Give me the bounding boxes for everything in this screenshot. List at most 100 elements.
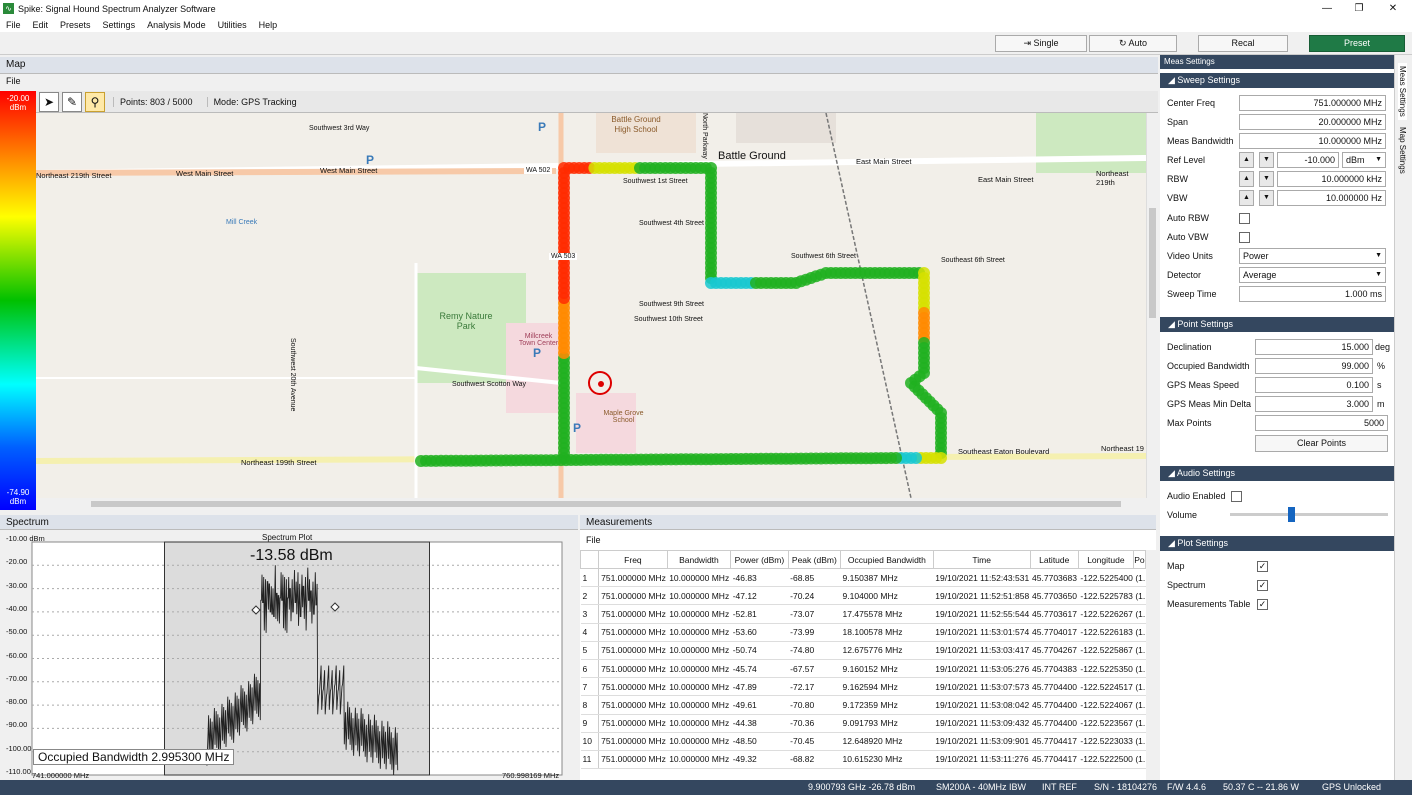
col-time[interactable]: Time bbox=[932, 550, 1031, 569]
col-bandwidth[interactable]: Bandwidth bbox=[666, 550, 732, 569]
col-position[interactable]: Po bbox=[1132, 550, 1147, 569]
row-index: 8 bbox=[580, 695, 600, 715]
rbw-down-icon[interactable]: ▼ bbox=[1259, 171, 1274, 187]
col-peak[interactable]: Peak (dBm) bbox=[787, 550, 842, 569]
gps-delta-input[interactable]: 3.000 bbox=[1255, 396, 1373, 412]
vbw-input[interactable]: 10.000000 Hz bbox=[1277, 190, 1386, 206]
sweep-settings-title: Sweep Settings bbox=[1177, 75, 1240, 85]
map-label-wa503: WA 503 bbox=[549, 253, 578, 260]
map-view[interactable]: Battle Ground Battle Ground High School … bbox=[36, 113, 1146, 498]
table-cell: 751.000000 MHz bbox=[598, 604, 668, 624]
rbw-input[interactable]: 10.000000 kHz bbox=[1277, 171, 1386, 187]
sweep-time-input[interactable]: 1.000 ms bbox=[1239, 286, 1386, 302]
volume-row: Volume bbox=[1160, 507, 1394, 524]
scroll-thumb[interactable] bbox=[1149, 208, 1156, 318]
table-row[interactable]: 11 751.000000 MHz 10.000000 MHz -49.32 -68.8… bbox=[580, 750, 1146, 770]
menu-edit[interactable]: Edit bbox=[27, 20, 55, 30]
table-row[interactable]: 5 751.000000 MHz 10.000000 MHz -50.74 -74.80… bbox=[580, 641, 1146, 660]
auto-rbw-checkbox[interactable] bbox=[1239, 213, 1250, 224]
map-label-20th-ave: Southwest 20th Avenue bbox=[289, 338, 296, 412]
table-row[interactable]: 8 751.000000 MHz 10.000000 MHz -49.61 -70.80… bbox=[580, 695, 1146, 715]
vbw-up-icon[interactable]: ▲ bbox=[1239, 190, 1254, 206]
menu-help[interactable]: Help bbox=[253, 20, 284, 30]
select-arrow-icon[interactable]: ➤ bbox=[39, 91, 59, 112]
occupied-bw-input[interactable]: 99.000 bbox=[1255, 358, 1373, 374]
menu-analysis-mode[interactable]: Analysis Mode bbox=[141, 20, 212, 30]
table-cell: 9.162594 MHz bbox=[840, 677, 934, 697]
table-cell: -122.5224067 bbox=[1078, 695, 1134, 715]
gps-speed-input[interactable]: 0.100 bbox=[1255, 377, 1373, 393]
plot-table-checkbox[interactable]: ✓ bbox=[1257, 599, 1268, 610]
center-freq-input[interactable]: 751.000000 MHz bbox=[1239, 95, 1386, 111]
single-button[interactable]: ⇥ Single bbox=[995, 35, 1087, 52]
table-row[interactable]: 2 751.000000 MHz 10.000000 MHz -47.12 -70.24… bbox=[580, 586, 1146, 606]
table-row[interactable]: 3 751.000000 MHz 10.000000 MHz -52.81 -73.07… bbox=[580, 604, 1146, 624]
col-occupied-bandwidth[interactable]: Occupied Bandwidth bbox=[840, 550, 934, 569]
ref-down-icon[interactable]: ▼ bbox=[1259, 152, 1274, 168]
preset-button[interactable]: Preset bbox=[1309, 35, 1405, 52]
declination-input[interactable]: 15.000 bbox=[1255, 339, 1373, 355]
tab-map-settings[interactable]: Map Settings bbox=[1398, 127, 1407, 174]
draw-pen-icon[interactable]: ✎ bbox=[62, 91, 82, 112]
ref-level-input[interactable]: -10.000 bbox=[1277, 152, 1339, 168]
table-row[interactable]: 1 751.000000 MHz 10.000000 MHz -46.83 -68.85… bbox=[580, 568, 1146, 588]
table-row[interactable]: 4 751.000000 MHz 10.000000 MHz -53.60 -73.99… bbox=[580, 623, 1146, 642]
plot-spectrum-row: Spectrum ✓ bbox=[1160, 577, 1394, 594]
plot-spectrum-checkbox[interactable]: ✓ bbox=[1257, 580, 1268, 591]
auto-button[interactable]: ↻ Auto bbox=[1089, 35, 1177, 52]
ref-up-icon[interactable]: ▲ bbox=[1239, 152, 1254, 168]
scroll-thumb[interactable] bbox=[91, 501, 1121, 507]
maximize-button[interactable]: ❐ bbox=[1344, 0, 1374, 17]
table-row[interactable]: 9 751.000000 MHz 10.000000 MHz -44.38 -70.36… bbox=[580, 714, 1146, 733]
col-freq[interactable]: Freq bbox=[598, 550, 668, 569]
table-cell: 45.7704017 bbox=[1030, 623, 1079, 642]
map-vertical-scrollbar[interactable] bbox=[1146, 113, 1158, 498]
table-cell: 9.160152 MHz bbox=[840, 659, 934, 679]
gps-point[interactable] bbox=[415, 455, 427, 467]
tab-meas-settings[interactable]: Meas Settings bbox=[1398, 63, 1407, 120]
plot-settings-section[interactable]: ◢ Plot Settings bbox=[1160, 536, 1394, 551]
audio-enabled-checkbox[interactable] bbox=[1231, 491, 1242, 502]
measurements-file-menu[interactable]: File bbox=[580, 534, 1156, 547]
col-latitude[interactable]: Latitude bbox=[1029, 550, 1079, 569]
rbw-up-icon[interactable]: ▲ bbox=[1239, 171, 1254, 187]
table-row[interactable]: 7 751.000000 MHz 10.000000 MHz -47.89 -72.17… bbox=[580, 677, 1146, 697]
span-input[interactable]: 20.000000 MHz bbox=[1239, 114, 1386, 130]
table-row[interactable]: 10 751.000000 MHz 10.000000 MHz -48.50 -70.4… bbox=[580, 732, 1146, 751]
spectrum-plot[interactable] bbox=[0, 530, 578, 780]
audio-settings-section[interactable]: ◢ Audio Settings bbox=[1160, 466, 1394, 481]
menu-utilities[interactable]: Utilities bbox=[212, 20, 253, 30]
minimize-button[interactable]: — bbox=[1312, 0, 1342, 17]
col-longitude[interactable]: Longitude bbox=[1077, 550, 1134, 569]
close-button[interactable]: ✕ bbox=[1378, 0, 1408, 17]
menu-file[interactable]: File bbox=[0, 20, 27, 30]
location-pin-icon[interactable]: ⚲ bbox=[85, 91, 105, 112]
auto-vbw-checkbox[interactable] bbox=[1239, 232, 1250, 243]
menu-presets[interactable]: Presets bbox=[54, 20, 97, 30]
table-row[interactable]: 6 751.000000 MHz 10.000000 MHz -45.74 -67.57… bbox=[580, 659, 1146, 679]
map-horizontal-scrollbar[interactable] bbox=[36, 498, 1146, 510]
detector-dropdown[interactable]: Average bbox=[1239, 267, 1386, 283]
col-power[interactable]: Power (dBm) bbox=[730, 550, 789, 569]
point-settings-section[interactable]: ◢ Point Settings bbox=[1160, 317, 1394, 332]
volume-label: Volume bbox=[1167, 510, 1198, 520]
vbw-down-icon[interactable]: ▼ bbox=[1259, 190, 1274, 206]
max-points-input[interactable]: 5000 bbox=[1255, 415, 1388, 431]
single-label: Single bbox=[1033, 38, 1059, 48]
volume-slider-handle[interactable] bbox=[1288, 507, 1295, 522]
sweep-settings-section[interactable]: ◢ Sweep Settings bbox=[1160, 73, 1394, 88]
gps-speed-unit: s bbox=[1377, 380, 1382, 390]
table-cell: (1. bbox=[1133, 604, 1146, 624]
volume-slider-track[interactable] bbox=[1230, 513, 1388, 516]
map-file-menu[interactable]: File bbox=[0, 75, 1158, 90]
table-cell: 17.475578 MHz bbox=[840, 604, 934, 624]
table-vertical-scrollbar[interactable] bbox=[1146, 550, 1156, 780]
plot-map-checkbox[interactable]: ✓ bbox=[1257, 561, 1268, 572]
recal-button[interactable]: Recal bbox=[1198, 35, 1288, 52]
clear-points-button[interactable]: Clear Points bbox=[1255, 435, 1388, 452]
meas-bandwidth-input[interactable]: 10.000000 MHz bbox=[1239, 133, 1386, 149]
ref-unit-dropdown[interactable]: dBm bbox=[1342, 152, 1386, 168]
menu-settings[interactable]: Settings bbox=[97, 20, 142, 30]
table-cell: 751.000000 MHz bbox=[598, 623, 668, 642]
video-units-dropdown[interactable]: Power bbox=[1239, 248, 1386, 264]
